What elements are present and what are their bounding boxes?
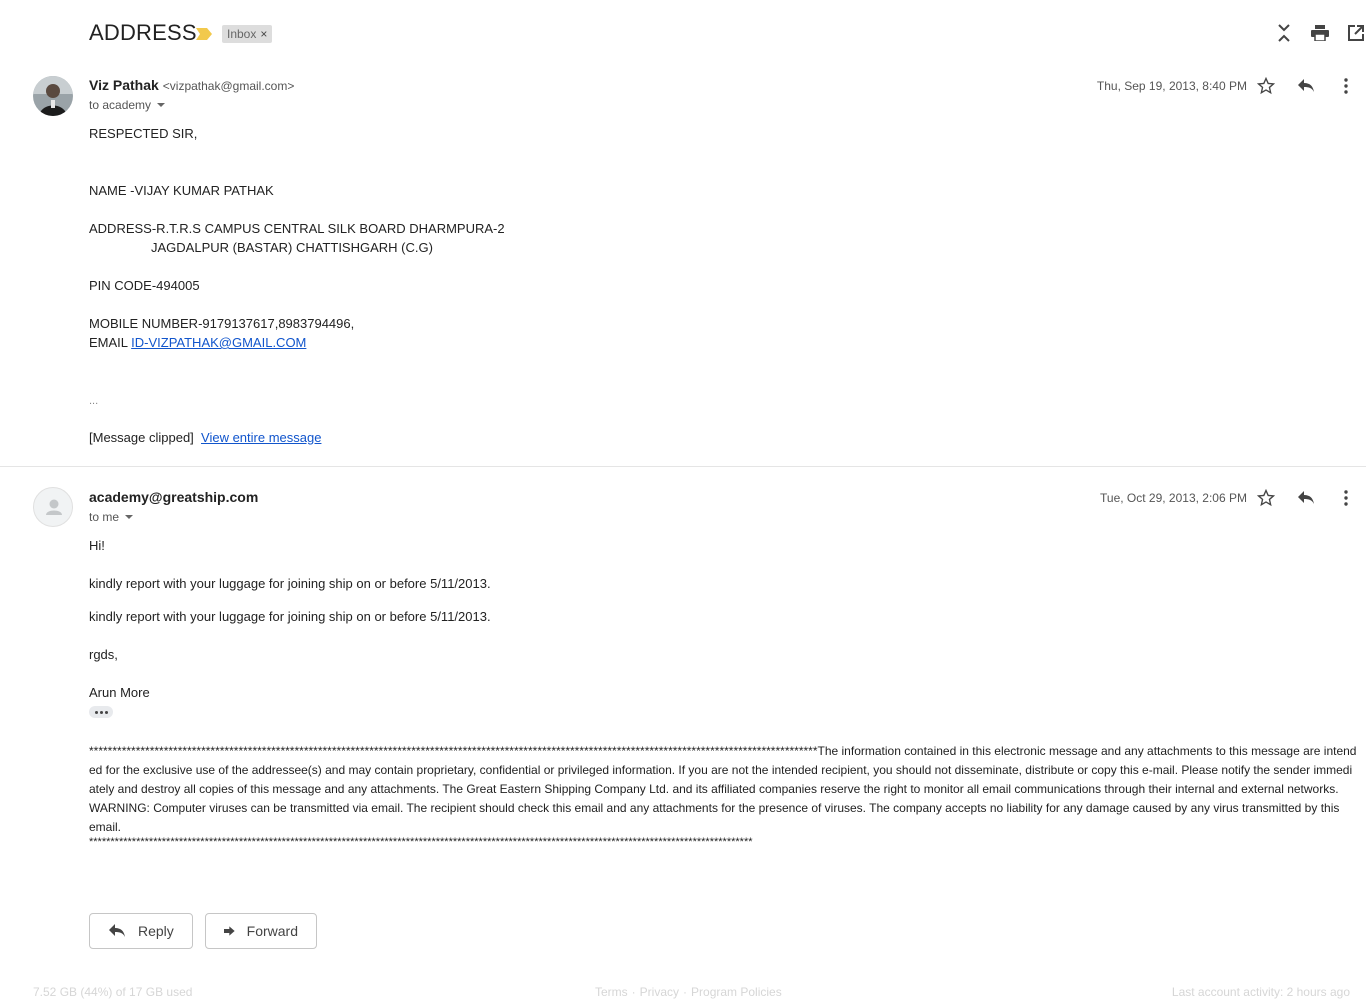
sender-email: <vizpathak@gmail.com>	[162, 79, 295, 93]
signature-name: Arun More	[89, 685, 150, 700]
sender-name: academy@greatship.com	[89, 489, 259, 505]
privacy-link[interactable]: Privacy	[640, 985, 679, 999]
clipped-notice: [Message clipped] View entire message	[89, 430, 322, 445]
body-line: kindly report with your luggage for join…	[89, 576, 491, 591]
body-line: Hi!	[89, 538, 105, 553]
last-activity[interactable]: Last account activity: 2 hours ago	[1172, 985, 1350, 999]
view-entire-message-link[interactable]: View entire message	[201, 430, 321, 445]
body-line: MOBILE NUMBER-9179137617,8983794496,	[89, 316, 355, 331]
forward-icon	[224, 926, 235, 936]
collapse-all-icon[interactable]	[1274, 22, 1294, 44]
subject-bar: ADDRESS Inbox ×	[0, 0, 1366, 66]
sender-name: Viz Pathak <vizpathak@gmail.com>	[89, 77, 295, 93]
body-line: rgds,	[89, 647, 118, 662]
star-icon[interactable]	[1246, 74, 1286, 98]
message-actions	[1246, 74, 1366, 98]
default-avatar[interactable]	[33, 487, 73, 527]
body-line: NAME -VIJAY KUMAR PATHAK	[89, 183, 274, 198]
inbox-label-chip: Inbox ×	[222, 25, 273, 43]
body-line: RESPECTED SIR,	[89, 126, 198, 141]
open-in-new-window-icon[interactable]	[1346, 22, 1366, 44]
legal-disclaimer: ****************************************…	[89, 742, 1357, 847]
recipients-line: to me	[89, 510, 134, 524]
label-text: Inbox	[227, 27, 257, 41]
reply-label: Reply	[138, 923, 174, 939]
message-date: Thu, Sep 19, 2013, 8:40 PM	[1096, 79, 1247, 93]
message-divider	[0, 466, 1366, 467]
email-line: EMAIL ID-VIZPATHAK@GMAIL.COM	[89, 335, 307, 350]
reply-icon	[109, 924, 125, 937]
body-line: PIN CODE-494005	[89, 278, 200, 293]
dot	[94, 710, 98, 714]
email-subject: ADDRESS	[89, 20, 197, 45]
show-details-caret-icon[interactable]	[125, 515, 134, 519]
show-trimmed-content-button[interactable]	[89, 706, 113, 718]
separator: ·	[631, 985, 636, 999]
terms-link[interactable]: Terms	[595, 985, 628, 999]
reply-icon[interactable]	[1286, 486, 1326, 510]
program-policies-link[interactable]: Program Policies	[691, 985, 782, 999]
body-line: ADDRESS-R.T.R.S CAMPUS CENTRAL SILK BOAR…	[89, 221, 505, 236]
importance-marker-icon[interactable]	[196, 28, 212, 40]
remove-label-button[interactable]: ×	[260, 25, 267, 43]
body-line: kindly report with your luggage for join…	[89, 609, 491, 624]
disclaimer-warning: WARNING: Computer viruses can be transmi…	[89, 801, 1340, 834]
star-icon[interactable]	[1246, 486, 1286, 510]
reply-icon[interactable]	[1286, 74, 1326, 98]
disclaimer-paragraph: ****************************************…	[89, 744, 1357, 796]
recipients-line: to academy	[89, 98, 166, 112]
show-details-caret-icon[interactable]	[157, 103, 166, 107]
dot	[99, 710, 103, 714]
trimmed-content[interactable]: ...	[89, 392, 98, 411]
body-line: JAGDALPUR (BASTAR) CHATTISHGARH (C.G)	[151, 240, 433, 255]
dot	[104, 710, 108, 714]
message-actions	[1246, 486, 1366, 510]
avatar[interactable]	[33, 76, 73, 116]
more-vert-icon[interactable]	[1326, 486, 1366, 510]
footer-links: Terms · Privacy · Program Policies	[595, 985, 782, 999]
reply-button[interactable]: Reply	[89, 913, 193, 949]
storage-usage[interactable]: 7.52 GB (44%) of 17 GB used	[33, 985, 192, 999]
separator: ·	[683, 985, 688, 999]
thread-actions	[1274, 22, 1366, 44]
forward-button[interactable]: Forward	[205, 913, 317, 949]
print-icon[interactable]	[1310, 22, 1330, 44]
more-vert-icon[interactable]	[1326, 74, 1366, 98]
forward-label: Forward	[246, 923, 298, 939]
message-date: Tue, Oct 29, 2013, 2:06 PM	[1100, 491, 1247, 505]
email-link[interactable]: ID-VIZPATHAK@GMAIL.COM	[131, 335, 306, 350]
disclaimer-end: ****************************************…	[89, 837, 753, 847]
